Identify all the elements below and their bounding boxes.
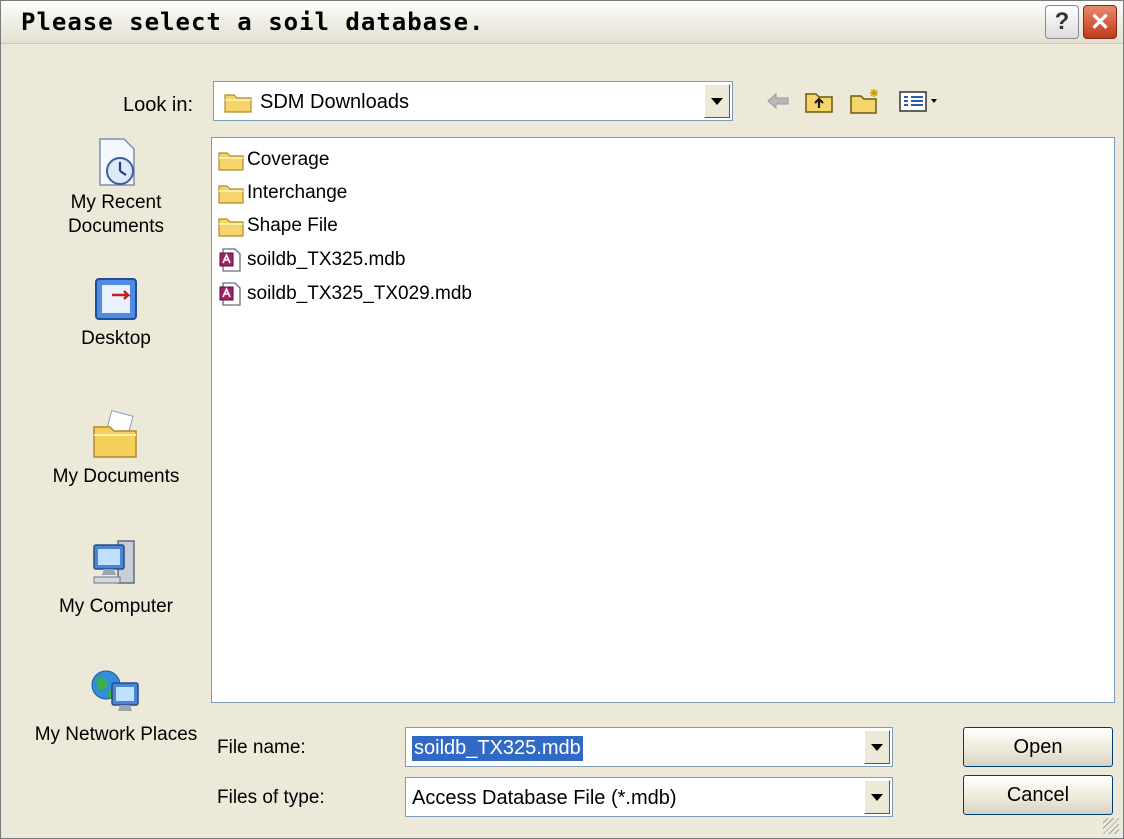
- access-db-icon: [219, 282, 241, 306]
- place-label: My Recent Documents: [67, 192, 165, 237]
- list-item[interactable]: soildb_TX325.mdb: [218, 245, 405, 275]
- folder-icon: [218, 185, 244, 204]
- look-in-label: Look in:: [123, 94, 194, 116]
- back-arrow-icon: [767, 92, 789, 110]
- place-my-network-places[interactable]: My Network Places: [31, 665, 201, 747]
- place-label: My Network Places: [34, 724, 198, 745]
- close-icon: ✕: [1089, 8, 1111, 36]
- back-button[interactable]: [761, 85, 797, 117]
- help-icon: ?: [1054, 8, 1070, 35]
- folder-icon: [218, 152, 244, 171]
- place-my-computer[interactable]: My Computer: [31, 535, 201, 619]
- up-folder-button[interactable]: [801, 85, 837, 117]
- view-menu-icon: [899, 91, 937, 112]
- list-item[interactable]: soildb_TX325_TX029.mdb: [218, 279, 472, 309]
- file-name-input[interactable]: soildb_TX325.mdb: [412, 736, 583, 761]
- folder-icon: [218, 218, 244, 237]
- file-name-dropdown-button[interactable]: [864, 730, 890, 764]
- look-in-value: SDM Downloads: [260, 91, 409, 113]
- title-bar[interactable]: Please select a soil database. ? ✕: [1, 1, 1123, 44]
- folder-icon: [224, 94, 252, 113]
- look-in-combo[interactable]: SDM Downloads: [213, 81, 733, 121]
- file-name-combo[interactable]: soildb_TX325.mdb: [405, 727, 893, 767]
- up-folder-icon: [805, 93, 833, 113]
- file-name: soildb_TX325.mdb: [247, 249, 406, 270]
- open-button[interactable]: Open: [963, 727, 1113, 767]
- help-button[interactable]: ?: [1045, 5, 1079, 39]
- place-label: My Computer: [58, 596, 174, 617]
- cancel-button[interactable]: Cancel: [963, 775, 1113, 815]
- list-item[interactable]: Interchange: [218, 178, 347, 208]
- place-label: Desktop: [81, 328, 151, 349]
- file-name-label: File name:: [217, 737, 306, 758]
- new-folder-icon: [850, 89, 878, 114]
- chevron-down-icon: [871, 743, 883, 751]
- file-name: Interchange: [247, 182, 348, 203]
- file-name: Shape File: [247, 215, 338, 236]
- file-open-dialog: Please select a soil database. ? ✕ Look …: [0, 0, 1124, 839]
- list-item[interactable]: Coverage: [218, 145, 329, 175]
- close-button[interactable]: ✕: [1083, 5, 1117, 39]
- place-my-recent-documents[interactable]: My Recent Documents: [31, 135, 201, 239]
- network-places-icon: [91, 670, 139, 711]
- access-db-icon: [219, 248, 241, 272]
- place-label: My Documents: [52, 466, 180, 487]
- resize-grip[interactable]: [1103, 818, 1119, 834]
- file-name: soildb_TX325_TX029.mdb: [247, 283, 472, 304]
- desktop-icon: [95, 278, 137, 320]
- files-of-type-value: Access Database File (*.mdb): [412, 787, 677, 809]
- window-title: Please select a soil database.: [21, 8, 485, 36]
- chevron-down-icon: [871, 793, 883, 801]
- place-desktop[interactable]: Desktop: [31, 275, 201, 351]
- files-of-type-combo[interactable]: Access Database File (*.mdb): [405, 777, 893, 817]
- view-menu-button[interactable]: [895, 85, 945, 117]
- list-item[interactable]: Shape File: [218, 211, 338, 241]
- chevron-down-icon: [711, 97, 723, 105]
- my-documents-icon: [93, 409, 137, 458]
- files-of-type-dropdown-button[interactable]: [864, 780, 890, 814]
- place-my-documents[interactable]: My Documents: [31, 409, 201, 489]
- files-of-type-label: Files of type:: [217, 787, 325, 808]
- look-in-dropdown-button[interactable]: [704, 84, 730, 118]
- file-name: Coverage: [247, 149, 330, 170]
- new-folder-button[interactable]: [847, 85, 883, 117]
- my-computer-icon: [93, 540, 135, 584]
- file-list[interactable]: Coverage Interchange Shape File soildb_T…: [211, 137, 1115, 703]
- recent-documents-icon: [99, 138, 135, 186]
